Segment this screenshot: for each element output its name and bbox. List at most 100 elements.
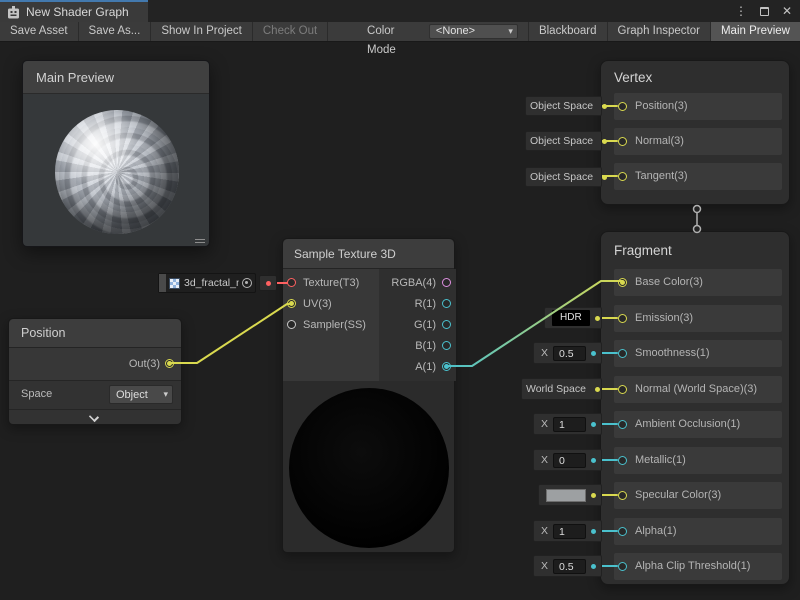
connector-stub xyxy=(601,388,618,390)
alpha-port[interactable] xyxy=(618,527,627,536)
vertex-position-port[interactable] xyxy=(618,102,627,111)
ambient-occlusion-value-field[interactable]: X 1 xyxy=(533,413,602,435)
close-icon[interactable]: ✕ xyxy=(782,5,792,17)
value-input[interactable]: 0.5 xyxy=(553,559,586,574)
ambient-occlusion-row[interactable]: Ambient Occlusion(1) xyxy=(614,411,782,438)
value-input[interactable]: 1 xyxy=(553,417,586,432)
metallic-row[interactable]: Metallic(1) xyxy=(614,447,782,474)
maximize-icon[interactable] xyxy=(760,7,769,16)
main-preview-panel[interactable]: Main Preview xyxy=(22,60,210,247)
connector-stub xyxy=(601,352,618,354)
slot-label: Tangent(3) xyxy=(635,163,688,190)
base-color-port[interactable] xyxy=(618,278,627,287)
position-node[interactable]: Position Out(3) Space Object ▾ xyxy=(8,318,182,425)
node-title: Sample Texture 3D xyxy=(294,239,396,269)
g-output-port[interactable] xyxy=(442,320,451,329)
graph-inspector-button[interactable]: Graph Inspector xyxy=(607,22,710,41)
title-bar: New Shader Graph ⋮ ✕ xyxy=(0,0,800,22)
collapse-bar[interactable] xyxy=(9,409,181,426)
space-dropdown[interactable]: Object ▾ xyxy=(109,385,173,404)
specular-color-row[interactable]: Specular Color(3) xyxy=(614,482,782,509)
normal-world-space-port[interactable] xyxy=(618,385,627,394)
vertex-position-row[interactable]: Position(3) xyxy=(614,93,782,120)
alpha-clip-threshold-port[interactable] xyxy=(618,562,627,571)
save-asset-button[interactable]: Save Asset xyxy=(0,22,79,41)
main-preview-header[interactable]: Main Preview xyxy=(23,61,209,94)
menu-kebab-icon[interactable]: ⋮ xyxy=(735,5,747,17)
smoothness-port[interactable] xyxy=(618,349,627,358)
vertex-node[interactable]: Vertex Position(3) Normal(3) Tangent(3) … xyxy=(600,60,790,205)
hdr-badge[interactable]: HDR xyxy=(552,310,590,326)
space-pill-label: Object Space xyxy=(526,171,597,183)
out-port[interactable] xyxy=(165,359,174,368)
object-picker-icon[interactable] xyxy=(242,278,252,288)
b-output-port[interactable] xyxy=(442,341,451,350)
tab-new-shader-graph[interactable]: New Shader Graph xyxy=(0,0,148,22)
smoothness-value-field[interactable]: X 0.5 xyxy=(533,342,602,364)
sample-texture-3d-node[interactable]: Sample Texture 3D Texture(T3) UV(3) Samp… xyxy=(282,238,455,553)
emission-row[interactable]: Emission(3) xyxy=(614,305,782,332)
save-as-button[interactable]: Save As... xyxy=(79,22,152,41)
position-space-pill[interactable]: Object Space xyxy=(525,96,602,116)
main-preview-button[interactable]: Main Preview xyxy=(710,22,800,41)
base-color-row[interactable]: Base Color(3) xyxy=(614,269,782,296)
rgba-output-port[interactable] xyxy=(442,278,451,287)
normal-space-pill[interactable]: World Space xyxy=(521,378,602,400)
node-header[interactable]: Position xyxy=(9,319,181,348)
space-pill-label: Object Space xyxy=(526,135,597,147)
r-output-port[interactable] xyxy=(442,299,451,308)
color-swatch[interactable] xyxy=(546,489,586,502)
fragment-node-title: Fragment xyxy=(614,243,672,258)
emission-hdr-field[interactable]: HDR xyxy=(544,307,602,329)
color-mode-dropdown[interactable]: <None> ▾ xyxy=(429,24,518,39)
alpha-row[interactable]: Alpha(1) xyxy=(614,518,782,545)
vertex-normal-row[interactable]: Normal(3) xyxy=(614,128,782,155)
output-label: R(1) xyxy=(415,298,436,310)
alpha-clip-threshold-row[interactable]: Alpha Clip Threshold(1) xyxy=(614,553,782,580)
vertex-tangent-row[interactable]: Tangent(3) xyxy=(614,163,782,190)
sampler-input-port[interactable] xyxy=(287,320,296,329)
blackboard-button[interactable]: Blackboard xyxy=(528,22,607,41)
ambient-occlusion-port[interactable] xyxy=(618,420,627,429)
connector-stub xyxy=(601,494,618,496)
vertex-normal-port[interactable] xyxy=(618,137,627,146)
value-input[interactable]: 0 xyxy=(553,453,586,468)
toolbar-right-group: Blackboard Graph Inspector Main Preview xyxy=(528,22,800,41)
port-dot-icon xyxy=(595,316,600,321)
texture-input-port[interactable] xyxy=(287,278,296,287)
port-dot-icon xyxy=(266,281,271,286)
port-dot-icon xyxy=(591,529,596,534)
chevron-down-icon: ▾ xyxy=(508,27,517,36)
normal-space-pill[interactable]: Object Space xyxy=(525,131,602,151)
specular-color-port[interactable] xyxy=(618,491,627,500)
metallic-value-field[interactable]: X 0 xyxy=(533,449,602,471)
specular-color-field[interactable] xyxy=(538,484,602,506)
vertex-tangent-port[interactable] xyxy=(618,172,627,181)
x-prefix-label: X xyxy=(534,525,553,537)
space-dropdown-value: Object xyxy=(110,389,163,401)
vertex-out-connector[interactable] xyxy=(694,206,701,213)
resize-grip-icon[interactable] xyxy=(195,239,205,243)
uv-input-port[interactable] xyxy=(287,299,296,308)
metallic-port[interactable] xyxy=(618,456,627,465)
alpha-clip-threshold-value-field[interactable]: X 0.5 xyxy=(533,555,602,577)
texture-asset-field[interactable]: 3d_fractal_n xyxy=(158,273,256,293)
value-input[interactable]: 0.5 xyxy=(553,346,586,361)
a-output-port[interactable] xyxy=(442,362,451,371)
window-controls: ⋮ ✕ xyxy=(735,0,792,22)
smoothness-row[interactable]: Smoothness(1) xyxy=(614,340,782,367)
emission-port[interactable] xyxy=(618,314,627,323)
main-preview-title: Main Preview xyxy=(36,61,114,94)
value-input[interactable]: 1 xyxy=(553,524,586,539)
normal-world-space-row[interactable]: Normal (World Space)(3) xyxy=(614,376,782,403)
fragment-node[interactable]: Fragment Base Color(3) Emission(3) Smoot… xyxy=(600,231,790,585)
show-in-project-button[interactable]: Show In Project xyxy=(151,22,253,41)
tangent-space-pill[interactable]: Object Space xyxy=(525,167,602,187)
space-pill-label: World Space xyxy=(522,383,590,395)
check-out-button: Check Out xyxy=(253,22,328,41)
edge-position-to-uv[interactable] xyxy=(169,304,292,363)
color-mode-value: <None> xyxy=(430,25,509,38)
node-header[interactable]: Sample Texture 3D xyxy=(283,239,454,269)
port-dot-icon xyxy=(595,387,600,392)
alpha-value-field[interactable]: X 1 xyxy=(533,520,602,542)
